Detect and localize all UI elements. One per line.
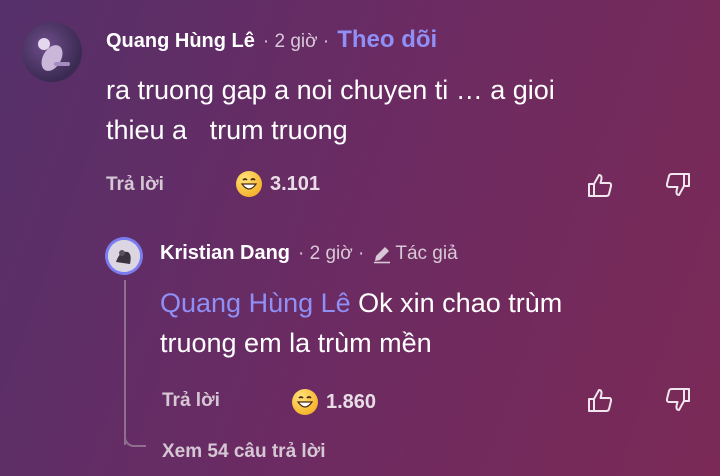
comment-author[interactable]: Quang Hùng Lê	[106, 30, 255, 53]
reply-header: Kristian Dang · 2 giờ · Tác giả	[160, 242, 458, 265]
like-button[interactable]	[583, 383, 617, 417]
avatar-image	[38, 38, 70, 71]
grinning-face-emoji-icon	[236, 171, 262, 197]
comment-text: ra truong gap a noi chuyen ti … a gioi t…	[106, 70, 555, 150]
comment-text-line: ra truong gap a noi chuyen ti … a gioi	[106, 75, 555, 105]
reply-text-fragment: Ok xin chao trùm	[350, 288, 563, 318]
reply-avatar[interactable]	[108, 240, 140, 272]
reply-button[interactable]: Trả lời	[106, 174, 164, 196]
reply-text-line: truong em la trùm mền	[160, 328, 432, 358]
dislike-button[interactable]	[661, 383, 695, 417]
reply-time: · 2 giờ ·	[298, 242, 365, 264]
thumb-up-icon	[588, 389, 613, 412]
reaction-summary[interactable]: 3.101	[236, 171, 320, 197]
thumb-down-icon	[665, 173, 690, 196]
grinning-face-emoji-icon	[292, 389, 318, 415]
follow-button[interactable]: Theo dõi	[337, 26, 437, 54]
avatar-image	[108, 240, 140, 272]
mention-link[interactable]: Quang Hùng Lê	[160, 288, 351, 318]
dislike-button[interactable]	[661, 168, 695, 202]
pencil-icon	[374, 246, 391, 263]
thread-connector	[124, 430, 146, 447]
reaction-summary[interactable]: 1.860	[292, 389, 376, 415]
reply-text: Quang Hùng Lê Ok xin chao trùm truong em…	[160, 283, 562, 363]
thumb-up-icon	[588, 174, 613, 197]
reply-text-line: Quang Hùng Lê Ok xin chao trùm	[160, 283, 562, 323]
view-replies-link[interactable]: Xem 54 câu trả lời	[162, 441, 325, 463]
reply-author[interactable]: Kristian Dang	[160, 242, 290, 265]
avatar[interactable]	[22, 22, 82, 82]
comment-text-line: thieu a trum truong	[106, 115, 348, 145]
comment-time: · 2 giờ ·	[262, 31, 330, 52]
reply-button[interactable]: Trả lời	[162, 390, 220, 412]
reaction-count: 3.101	[270, 172, 321, 195]
thumb-down-icon	[665, 388, 690, 411]
reaction-count: 1.860	[326, 390, 377, 413]
like-button[interactable]	[583, 168, 617, 202]
comment-header: Quang Hùng Lê · 2 giờ · Theo dõi	[106, 26, 437, 54]
author-badge-label: Tác giả	[395, 242, 458, 264]
thread-line	[124, 280, 126, 445]
author-badge: Tác giả	[372, 242, 458, 265]
